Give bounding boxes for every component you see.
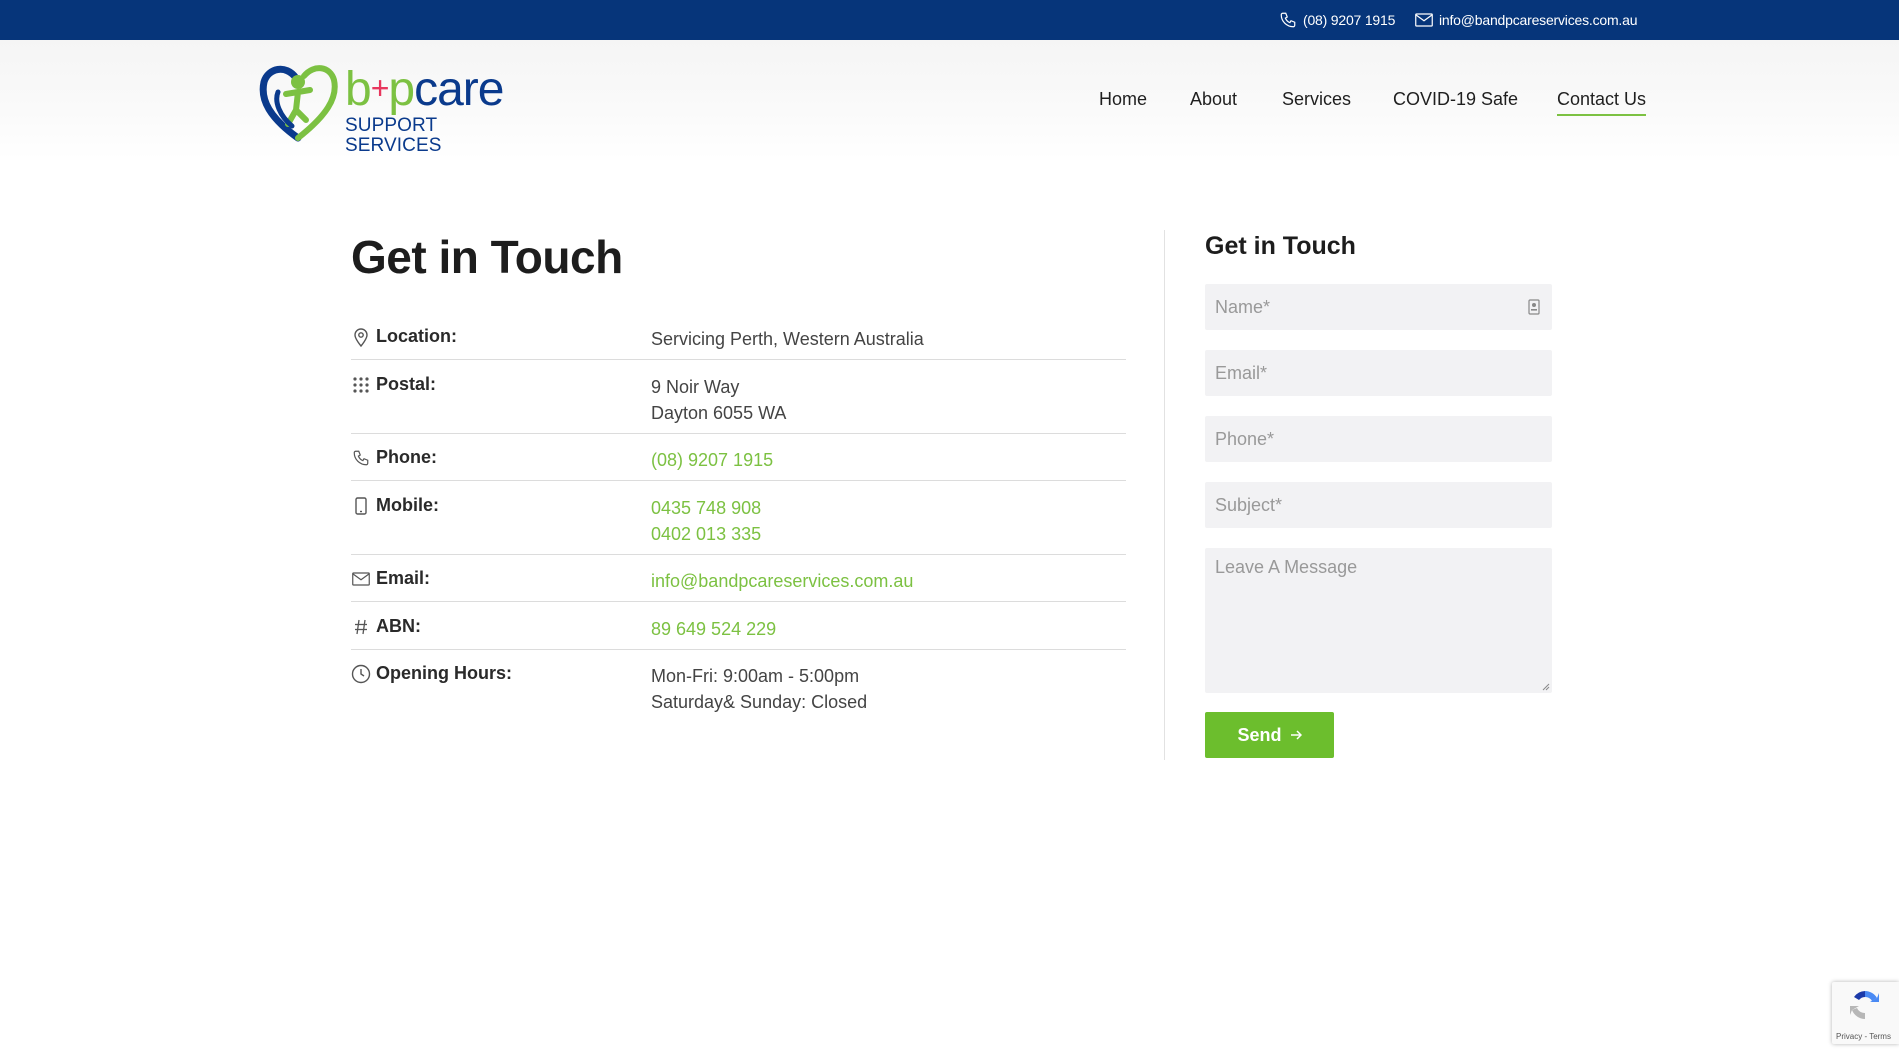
abn-link[interactable]: 89 649 524 229 bbox=[651, 616, 776, 642]
email-link[interactable]: info@bandpcareservices.com.au bbox=[651, 568, 913, 594]
contact-card-icon bbox=[1528, 299, 1540, 315]
recaptcha-logo-icon bbox=[1850, 991, 1879, 1019]
info-row-abn: ABN: 89 649 524 229 bbox=[351, 616, 1126, 650]
grid-dots-icon bbox=[351, 375, 371, 395]
info-label-text: Location: bbox=[376, 326, 457, 346]
postal-line-2: Dayton 6055 WA bbox=[651, 403, 787, 423]
heart-figure-logo-icon bbox=[259, 65, 338, 142]
message-textarea[interactable]: Leave A Message bbox=[1205, 548, 1552, 693]
top-email-text[interactable]: info@bandpcareservices.com.au bbox=[1439, 12, 1637, 28]
info-label-postal: Postal: bbox=[351, 374, 436, 395]
postal-line-1: 9 Noir Way bbox=[651, 377, 740, 397]
logo-letter-b: b bbox=[345, 63, 372, 116]
info-label-text: Mobile: bbox=[376, 495, 439, 515]
info-row-email: Email: info@bandpcareservices.com.au bbox=[351, 568, 1126, 602]
logo-letter-p: p bbox=[388, 63, 415, 116]
mobile-values: 0435 748 908 0402 013 335 bbox=[651, 495, 761, 547]
envelope-icon bbox=[1415, 13, 1433, 27]
info-label-email: Email: bbox=[351, 568, 430, 589]
column-divider bbox=[1164, 230, 1165, 760]
phone-icon bbox=[351, 448, 371, 468]
send-button[interactable]: Send bbox=[1205, 712, 1334, 758]
nav-services[interactable]: Services bbox=[1282, 89, 1351, 110]
info-label-abn: ABN: bbox=[351, 616, 421, 637]
hours-values: Mon-Fri: 9:00am - 5:00pm Saturday& Sunda… bbox=[651, 663, 867, 715]
phone-icon bbox=[1280, 12, 1296, 28]
nav-covid-19-safe[interactable]: COVID-19 Safe bbox=[1393, 89, 1518, 110]
info-label-text: Opening Hours: bbox=[376, 663, 512, 683]
phone-link[interactable]: (08) 9207 1915 bbox=[651, 447, 773, 473]
site-header: b+pcare SUPPORT SERVICES Home About Serv… bbox=[0, 40, 1899, 159]
arrow-right-icon bbox=[1290, 730, 1302, 740]
info-label-text: Email: bbox=[376, 568, 431, 588]
logo-care: care bbox=[414, 63, 504, 116]
info-row-phone: Phone: (08) 9207 1915 bbox=[351, 447, 1126, 481]
subject-placeholder: Subject* bbox=[1215, 494, 1283, 515]
nav-home[interactable]: Home bbox=[1099, 89, 1147, 110]
info-label-text: ABN: bbox=[376, 616, 421, 636]
page-title: Get in Touch bbox=[351, 231, 623, 283]
phone-placeholder: Phone* bbox=[1215, 428, 1275, 449]
hours-weekend: Saturday& Sunday: Closed bbox=[651, 692, 868, 712]
info-label-mobile: Mobile: bbox=[351, 495, 439, 516]
email-placeholder: Email* bbox=[1215, 362, 1268, 383]
info-label-text: Phone: bbox=[376, 447, 437, 467]
resize-handle-icon[interactable] bbox=[1542, 683, 1550, 691]
location-pin-icon bbox=[351, 327, 371, 347]
mobile-link-2[interactable]: 0402 013 335 bbox=[651, 521, 761, 547]
info-row-location: Location: Servicing Perth, Western Austr… bbox=[351, 326, 1126, 360]
postal-value: 9 Noir Way Dayton 6055 WA bbox=[651, 374, 786, 426]
site-logo[interactable]: b+pcare SUPPORT SERVICES bbox=[258, 60, 538, 156]
top-phone-text[interactable]: (08) 9207 1915 bbox=[1303, 12, 1395, 28]
envelope-icon bbox=[351, 569, 371, 589]
nav-about[interactable]: About bbox=[1190, 89, 1237, 110]
form-title: Get in Touch bbox=[1205, 232, 1356, 260]
email-field[interactable]: Email* bbox=[1205, 350, 1552, 396]
logo-wordmark: b+pcare bbox=[345, 62, 504, 116]
mobile-link-1[interactable]: 0435 748 908 bbox=[651, 495, 761, 521]
top-email-link[interactable]: info@bandpcareservices.com.au bbox=[1415, 0, 1637, 40]
clock-icon bbox=[351, 664, 371, 684]
info-row-opening-hours: Opening Hours: Mon-Fri: 9:00am - 5:00pm … bbox=[351, 663, 1126, 723]
message-placeholder: Leave A Message bbox=[1215, 557, 1358, 577]
nav-contact-us[interactable]: Contact Us bbox=[1557, 89, 1647, 116]
subject-field[interactable]: Subject* bbox=[1205, 482, 1552, 528]
hours-weekday: Mon-Fri: 9:00am - 5:00pm bbox=[651, 666, 860, 686]
info-label-phone: Phone: bbox=[351, 447, 437, 468]
logo-subtitle: SUPPORT SERVICES bbox=[345, 115, 442, 156]
recaptcha-badge[interactable]: Privacy - Terms bbox=[1832, 982, 1899, 1044]
send-label: Send bbox=[1237, 724, 1282, 745]
phone-field[interactable]: Phone* bbox=[1205, 416, 1552, 462]
name-placeholder: Name* bbox=[1215, 296, 1271, 317]
location-value: Servicing Perth, Western Australia bbox=[651, 329, 924, 349]
hash-icon bbox=[351, 617, 371, 637]
info-row-postal: Postal: 9 Noir Way Dayton 6055 WA bbox=[351, 374, 1126, 434]
mobile-icon bbox=[351, 496, 371, 516]
info-label-text: Postal: bbox=[376, 374, 437, 394]
info-row-mobile: Mobile: 0435 748 908 0402 013 335 bbox=[351, 495, 1126, 555]
recaptcha-links[interactable]: Privacy - Terms bbox=[1836, 1032, 1891, 1041]
info-label-location: Location: bbox=[351, 326, 457, 347]
logo-plus: + bbox=[370, 70, 390, 106]
info-label-hours: Opening Hours: bbox=[351, 663, 512, 684]
top-contact-bar: (08) 9207 1915 info@bandpcareservices.co… bbox=[0, 0, 1899, 40]
name-field[interactable]: Name* bbox=[1205, 284, 1552, 330]
top-phone-link[interactable]: (08) 9207 1915 bbox=[1279, 0, 1395, 40]
